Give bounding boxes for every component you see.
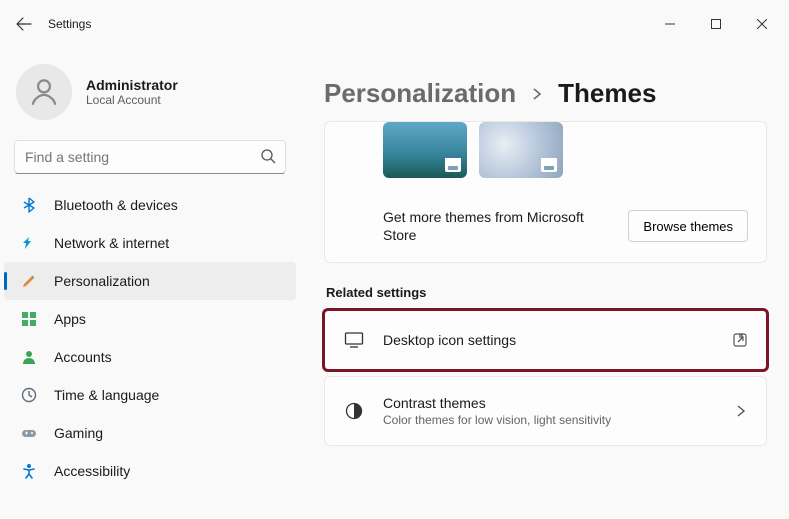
setting-title: Desktop icon settings <box>383 332 516 348</box>
breadcrumb-parent[interactable]: Personalization <box>324 78 516 109</box>
search-box <box>14 140 286 174</box>
contrast-themes-row[interactable]: Contrast themes Color themes for low vis… <box>324 376 767 446</box>
open-external-icon <box>732 332 748 348</box>
apps-icon <box>20 310 38 328</box>
sidebar: Administrator Local Account Bluetooth & … <box>0 48 300 519</box>
theme-thumbnails <box>325 122 766 192</box>
nav-network[interactable]: Network & internet <box>4 224 296 262</box>
user-icon <box>27 75 61 109</box>
nav-bluetooth[interactable]: Bluetooth & devices <box>4 186 296 224</box>
user-block[interactable]: Administrator Local Account <box>0 56 300 140</box>
nav-apps[interactable]: Apps <box>4 300 296 338</box>
search-icon <box>260 148 276 164</box>
themes-card: Get more themes from Microsoft Store Bro… <box>324 121 767 263</box>
nav-label: Accounts <box>54 349 112 365</box>
close-button[interactable] <box>739 8 785 40</box>
setting-title: Contrast themes <box>383 395 611 411</box>
desktop-icon-settings-row[interactable]: Desktop icon settings <box>324 310 767 370</box>
monitor-icon <box>343 329 365 351</box>
accounts-icon <box>20 348 38 366</box>
theme-thumbnail[interactable] <box>383 122 467 178</box>
nav-label: Network & internet <box>54 235 169 251</box>
clock-icon <box>20 386 38 404</box>
setting-subtitle: Color themes for low vision, light sensi… <box>383 413 611 427</box>
taskbar-preview-icon <box>445 158 461 172</box>
breadcrumb-current: Themes <box>558 78 656 109</box>
nav-label: Time & language <box>54 387 159 403</box>
nav-label: Personalization <box>54 273 150 289</box>
nav-gaming[interactable]: Gaming <box>4 414 296 452</box>
nav-accessibility[interactable]: Accessibility <box>4 452 296 490</box>
user-info: Administrator Local Account <box>86 77 178 107</box>
network-icon <box>20 234 38 252</box>
minimize-button[interactable] <box>647 8 693 40</box>
nav-label: Accessibility <box>54 463 130 479</box>
nav-list: Bluetooth & devices Network & internet P… <box>0 184 300 490</box>
browse-themes-button[interactable]: Browse themes <box>628 210 748 242</box>
taskbar-preview-icon <box>541 158 557 172</box>
arrow-left-icon <box>16 16 32 32</box>
user-name: Administrator <box>86 77 178 93</box>
store-row: Get more themes from Microsoft Store Bro… <box>325 192 766 262</box>
app-title: Settings <box>48 17 91 31</box>
bluetooth-icon <box>20 196 38 214</box>
theme-thumbnail[interactable] <box>479 122 563 178</box>
nav-personalization[interactable]: Personalization <box>4 262 296 300</box>
accessibility-icon <box>20 462 38 480</box>
maximize-button[interactable] <box>693 8 739 40</box>
contrast-icon <box>343 400 365 422</box>
paintbrush-icon <box>20 272 38 290</box>
avatar <box>16 64 72 120</box>
window-controls <box>647 8 785 40</box>
nav-label: Gaming <box>54 425 103 441</box>
user-sub: Local Account <box>86 93 178 107</box>
nav-label: Apps <box>54 311 86 327</box>
chevron-right-icon <box>734 404 748 418</box>
back-button[interactable] <box>4 4 44 44</box>
gaming-icon <box>20 424 38 442</box>
chevron-right-icon <box>530 87 544 101</box>
close-icon <box>757 19 767 29</box>
maximize-icon <box>711 19 721 29</box>
nav-label: Bluetooth & devices <box>54 197 178 213</box>
main-content: Personalization Themes Get more themes f… <box>310 48 777 519</box>
nav-time-language[interactable]: Time & language <box>4 376 296 414</box>
nav-accounts[interactable]: Accounts <box>4 338 296 376</box>
titlebar: Settings <box>0 0 789 48</box>
store-text: Get more themes from Microsoft Store <box>383 208 603 244</box>
minimize-icon <box>665 19 675 29</box>
breadcrumb: Personalization Themes <box>324 78 767 109</box>
related-settings-header: Related settings <box>326 285 767 300</box>
search-input[interactable] <box>14 140 286 174</box>
